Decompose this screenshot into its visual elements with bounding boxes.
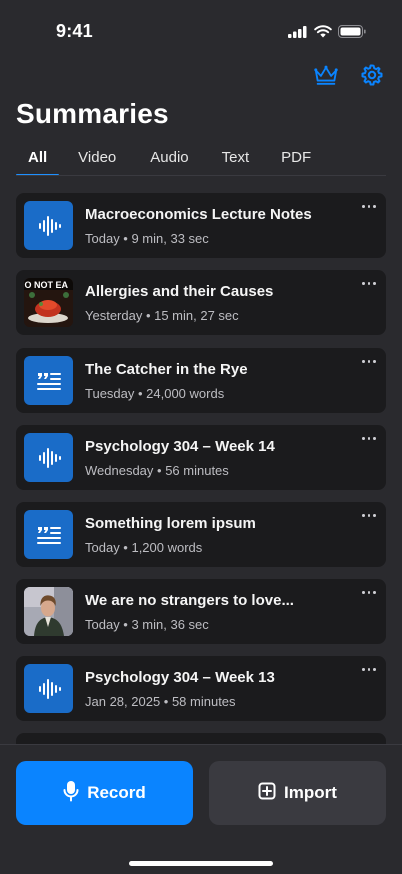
wifi-icon bbox=[314, 25, 332, 43]
battery-icon bbox=[338, 25, 366, 43]
cellular-signal-icon bbox=[288, 25, 308, 43]
tabs-divider bbox=[16, 175, 386, 176]
tab-all[interactable]: All bbox=[15, 146, 60, 176]
status-time: 9:41 bbox=[56, 21, 93, 41]
import-button[interactable]: Import bbox=[209, 761, 386, 825]
item-meta: Wednesday • 56 minutes bbox=[85, 463, 229, 478]
plus-square-icon bbox=[258, 782, 276, 805]
status-bar: 9:41 bbox=[0, 0, 402, 56]
tab-video[interactable]: Video bbox=[78, 146, 116, 176]
crown-icon[interactable] bbox=[313, 62, 339, 88]
item-title: We are no strangers to love... bbox=[85, 592, 294, 609]
item-meta: Today • 3 min, 36 sec bbox=[85, 617, 209, 632]
top-actions bbox=[313, 62, 385, 88]
home-indicator[interactable] bbox=[129, 861, 273, 866]
record-label: Record bbox=[87, 783, 146, 802]
video-thumbnail bbox=[24, 587, 73, 636]
import-label: Import bbox=[284, 783, 337, 802]
item-title: Psychology 304 – Week 13 bbox=[85, 669, 275, 686]
tab-text[interactable]: Text bbox=[222, 146, 250, 176]
waveform-icon bbox=[24, 433, 73, 482]
item-title: Something lorem ipsum bbox=[85, 515, 256, 532]
item-meta: Jan 28, 2025 • 58 minutes bbox=[85, 694, 236, 709]
item-title: Macroeconomics Lecture Notes bbox=[85, 206, 312, 223]
item-title: Allergies and their Causes bbox=[85, 283, 274, 300]
microphone-icon bbox=[63, 780, 79, 807]
more-options-icon[interactable] bbox=[362, 203, 377, 209]
list-item[interactable]: Macroeconomics Lecture Notes Today • 9 m… bbox=[16, 193, 386, 258]
filter-tabs: All Video Audio Text PDF bbox=[15, 146, 386, 176]
more-options-icon[interactable] bbox=[362, 512, 377, 518]
item-title: The Catcher in the Rye bbox=[85, 361, 248, 378]
list-item[interactable]: Psychology 304 – Week 14 Wednesday • 56 … bbox=[16, 425, 386, 490]
tab-pdf[interactable]: PDF bbox=[281, 146, 311, 176]
list-item[interactable]: The Catcher in the Rye Tuesday • 24,000 … bbox=[16, 348, 386, 413]
video-thumbnail: O NOT EA bbox=[24, 278, 73, 327]
list-item[interactable]: O NOT EA Allergies and their Causes Yest… bbox=[16, 270, 386, 335]
item-meta: Yesterday • 15 min, 27 sec bbox=[85, 308, 239, 323]
more-options-icon[interactable] bbox=[362, 435, 377, 441]
more-options-icon[interactable] bbox=[362, 358, 377, 364]
quote-text-icon bbox=[24, 510, 73, 559]
waveform-icon bbox=[24, 664, 73, 713]
more-options-icon[interactable] bbox=[362, 589, 377, 595]
list-item[interactable]: Psychology 304 – Week 13 Jan 28, 2025 • … bbox=[16, 656, 386, 721]
quote-text-icon bbox=[24, 356, 73, 405]
record-button[interactable]: Record bbox=[16, 761, 193, 825]
tab-audio[interactable]: Audio bbox=[150, 146, 188, 176]
bottom-action-bar: Record Import bbox=[0, 744, 402, 874]
list-item[interactable]: Something lorem ipsum Today • 1,200 word… bbox=[16, 502, 386, 567]
list-item[interactable]: We are no strangers to love... Today • 3… bbox=[16, 579, 386, 644]
item-title: Psychology 304 – Week 14 bbox=[85, 438, 275, 455]
waveform-icon bbox=[24, 201, 73, 250]
item-meta: Today • 1,200 words bbox=[85, 540, 203, 555]
gear-icon[interactable] bbox=[359, 62, 385, 88]
thumbnail-caption: O NOT EA bbox=[25, 280, 69, 290]
status-icons bbox=[288, 25, 366, 43]
more-options-icon[interactable] bbox=[362, 280, 377, 286]
more-options-icon[interactable] bbox=[362, 666, 377, 672]
item-meta: Tuesday • 24,000 words bbox=[85, 386, 225, 401]
item-meta: Today • 9 min, 33 sec bbox=[85, 231, 209, 246]
page-title: Summaries bbox=[16, 98, 169, 129]
